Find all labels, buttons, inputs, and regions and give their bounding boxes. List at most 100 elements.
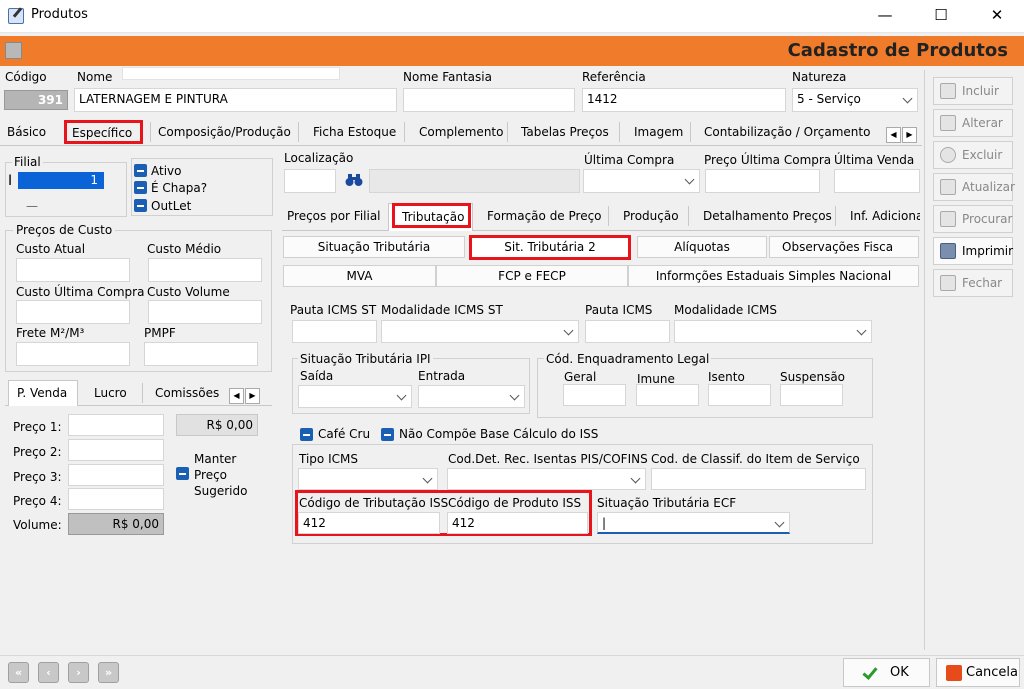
- geral-field[interactable]: [563, 384, 626, 406]
- ipi-saida-label: Saída: [300, 369, 334, 383]
- menu-icon[interactable]: [5, 42, 22, 59]
- custo-atual-field[interactable]: [16, 258, 130, 282]
- minimize-icon[interactable]: —: [862, 0, 908, 33]
- tab-tributacao[interactable]: Tributação: [402, 210, 464, 224]
- tipo-icms-select[interactable]: [298, 468, 438, 490]
- first-record-icon[interactable]: «: [8, 662, 29, 683]
- ipi-saida-select[interactable]: [298, 385, 412, 408]
- cancel-button[interactable]: Cancela: [936, 658, 1020, 687]
- venda-scroll-left-icon[interactable]: ◀: [229, 388, 244, 404]
- pauta-icms-st-label: Pauta ICMS ST: [290, 303, 377, 317]
- situacao-tributaria-button[interactable]: Situação Tributária: [283, 236, 465, 258]
- ok-button[interactable]: OK: [843, 658, 930, 687]
- tab-scroll-left-icon[interactable]: ◀: [886, 127, 901, 143]
- tab-lucro[interactable]: Lucro: [94, 386, 127, 400]
- suspensao-field[interactable]: [780, 384, 843, 406]
- tab-detalhamento[interactable]: Detalhamento Preços: [703, 209, 832, 223]
- venda-scroll-right-icon[interactable]: ▶: [245, 388, 260, 404]
- alterar-label: Alterar: [962, 116, 1003, 130]
- fcp-fecp-button[interactable]: FCP e FECP: [436, 265, 628, 287]
- fantasia-field[interactable]: [403, 88, 575, 112]
- tab-p-venda[interactable]: P. Venda: [17, 386, 67, 400]
- natureza-select[interactable]: 5 - Serviço: [792, 88, 918, 112]
- tab-scroll-right-icon[interactable]: ▶: [902, 127, 917, 143]
- preco1-field[interactable]: [68, 414, 164, 436]
- pauta-icms-st-field[interactable]: [292, 320, 377, 343]
- isento-field[interactable]: [708, 384, 771, 406]
- localizacao-field[interactable]: [284, 169, 336, 193]
- preco2-label: Preço 2:: [13, 445, 62, 459]
- fechar-button[interactable]: Fechar: [933, 269, 1013, 297]
- tab-contabilizacao[interactable]: Contabilização / Orçamento: [704, 125, 870, 139]
- pauta-icms-field[interactable]: [585, 320, 670, 343]
- tab-comissoes[interactable]: Comissões: [155, 386, 219, 400]
- fantasia-label: Nome Fantasia: [403, 70, 492, 84]
- next-record-icon[interactable]: ›: [68, 662, 89, 683]
- imune-field[interactable]: [636, 384, 699, 406]
- aliquotas-button[interactable]: Alíquotas: [637, 236, 767, 258]
- tab-tabelas-precos[interactable]: Tabelas Preços: [521, 125, 609, 139]
- pis-cofins-select[interactable]: [447, 468, 646, 490]
- ativo-checkbox[interactable]: [134, 164, 147, 177]
- informacoes-estaduais-button[interactable]: Informções Estaduais Simples Nacional: [628, 265, 919, 287]
- tab-basico[interactable]: Básico: [7, 125, 46, 139]
- frete-field[interactable]: [16, 342, 130, 366]
- ultima-venda-field[interactable]: [834, 169, 920, 193]
- nome-field[interactable]: LATERNAGEM E PINTURA: [74, 88, 397, 112]
- tab-composicao[interactable]: Composição/Produção: [158, 125, 291, 139]
- document-icon: [940, 83, 956, 99]
- outlet-checkbox[interactable]: [134, 199, 147, 212]
- tab-producao[interactable]: Produção: [623, 209, 679, 223]
- tab-formacao-preco[interactable]: Formação de Preço: [487, 209, 602, 223]
- preco2-field[interactable]: [68, 439, 164, 461]
- cod-trib-iss-field[interactable]: 412: [298, 512, 440, 534]
- tab-imagem[interactable]: Imagem: [634, 125, 683, 139]
- alterar-button[interactable]: Alterar: [933, 109, 1013, 137]
- classif-servico-field[interactable]: [651, 468, 866, 490]
- ultima-compra-select[interactable]: [583, 169, 700, 193]
- nome-extra-field[interactable]: [122, 67, 340, 80]
- preco4-field[interactable]: [68, 488, 164, 510]
- filial-field[interactable]: 1: [18, 172, 104, 189]
- pmpf-field[interactable]: [144, 342, 258, 366]
- modalidade-icms-select[interactable]: [674, 320, 872, 343]
- custo-ultima-field[interactable]: [16, 300, 130, 324]
- tab-precos-filial[interactable]: Preços por Filial: [287, 209, 381, 223]
- incluir-button[interactable]: Incluir: [933, 77, 1013, 105]
- chapa-checkbox[interactable]: [134, 181, 147, 194]
- tab-especifico[interactable]: Específico: [72, 126, 132, 140]
- prev-record-icon[interactable]: ‹: [38, 662, 59, 683]
- cod-prod-iss-field[interactable]: 412: [447, 512, 588, 534]
- preco-ultima-compra-field[interactable]: [705, 169, 820, 193]
- modalidade-icms-st-select[interactable]: [381, 320, 579, 343]
- ipi-entrada-select[interactable]: [418, 385, 525, 408]
- cafe-cru-checkbox[interactable]: [300, 428, 313, 441]
- nao-compoe-iss-checkbox[interactable]: [381, 428, 394, 441]
- chapa-label: É Chapa?: [151, 181, 208, 195]
- close-icon[interactable]: ✕: [974, 0, 1020, 33]
- printer-icon: [940, 243, 956, 259]
- pauta-icms-label: Pauta ICMS: [585, 303, 653, 317]
- outlet-label: OutLet: [151, 199, 192, 213]
- tab-ficha-estoque[interactable]: Ficha Estoque: [313, 125, 396, 139]
- ipi-entrada-label: Entrada: [418, 369, 466, 383]
- atualizar-button[interactable]: Atualizar: [933, 173, 1015, 201]
- mva-button[interactable]: MVA: [283, 265, 436, 287]
- manter-checkbox[interactable]: [176, 467, 189, 480]
- custo-medio-field[interactable]: [148, 258, 262, 282]
- tab-inf-adicional[interactable]: Inf. Adiciona: [850, 209, 920, 223]
- imprimir-button[interactable]: Imprimir: [933, 237, 1013, 265]
- binoculars-icon[interactable]: [345, 173, 363, 187]
- excluir-button[interactable]: Excluir: [933, 141, 1013, 169]
- tab-complemento[interactable]: Complemento: [419, 125, 503, 139]
- page-title: Cadastro de Produtos: [787, 40, 1008, 61]
- last-record-icon[interactable]: »: [98, 662, 119, 683]
- ecf-select[interactable]: |: [597, 512, 790, 534]
- referencia-field[interactable]: 1412: [582, 88, 786, 112]
- cod-prod-iss-label: Código de Produto ISS: [448, 496, 582, 510]
- maximize-icon[interactable]: ☐: [918, 0, 964, 33]
- custo-volume-field[interactable]: [148, 300, 262, 324]
- observacoes-fiscais-button[interactable]: Observações Fisca: [769, 236, 919, 258]
- procurar-button[interactable]: Procurar: [933, 205, 1013, 233]
- preco3-field[interactable]: [68, 464, 164, 486]
